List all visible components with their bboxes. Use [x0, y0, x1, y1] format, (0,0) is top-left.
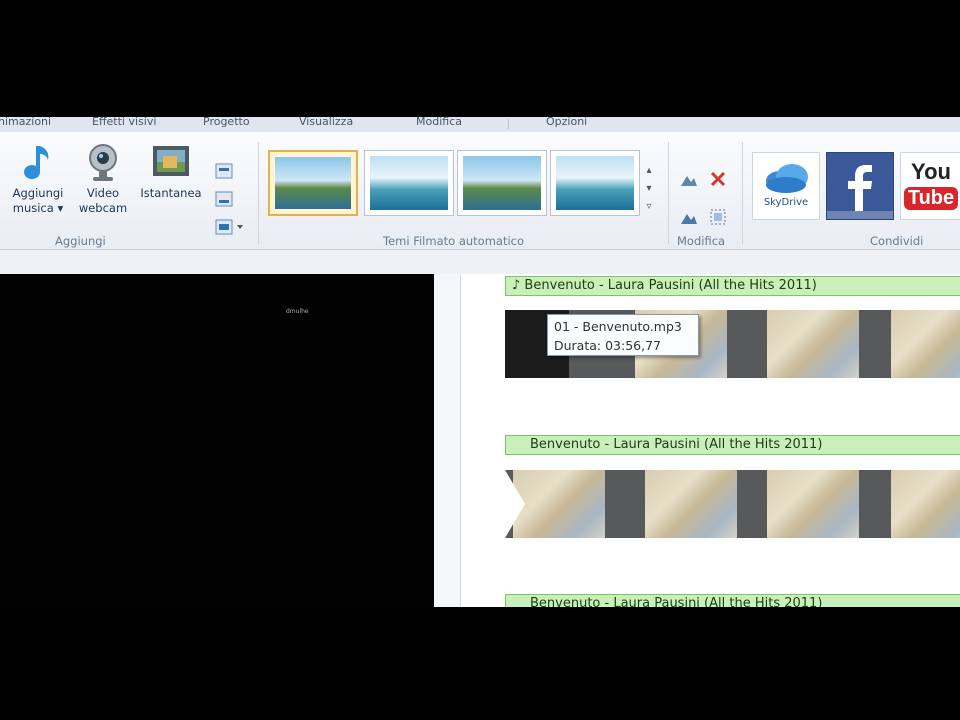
webcam-label-1: Video [86, 186, 120, 200]
video-preview[interactable]: dmulhe [0, 274, 434, 607]
clip-frame [767, 470, 859, 538]
preview-caption: dmulhe [286, 308, 309, 315]
title-icon[interactable] [215, 162, 233, 180]
theme-thumbnail [556, 156, 634, 210]
skydrive-button[interactable]: SkyDrive [752, 152, 820, 220]
storyboard-timeline[interactable]: ♪ Benvenuto - Laura Pausini (All the Hit… [461, 274, 960, 607]
theme-3[interactable] [457, 150, 547, 216]
skydrive-cloud-icon [766, 164, 808, 193]
clip-frame [767, 310, 859, 378]
tooltip-duration: Durata: 03:56,77 [554, 338, 661, 353]
tab-modifica[interactable]: Modifica [416, 117, 462, 128]
snapshot-label: Istantanea [140, 186, 202, 200]
add-music-label-2: musica ▾ [12, 201, 64, 215]
movie-maker-window: nimazioni Effetti visivi Progetto Visual… [0, 117, 960, 607]
theme-thumbnail [275, 157, 351, 209]
audio-track-1[interactable]: ♪ Benvenuto - Laura Pausini (All the Hit… [505, 276, 960, 296]
theme-4[interactable] [550, 150, 640, 216]
delete-icon[interactable] [709, 170, 727, 188]
scroll-up-icon[interactable]: ▴ [640, 162, 658, 180]
youtube-label-you: You [911, 159, 951, 184]
transition-marker-icon [505, 470, 525, 538]
group-separator [742, 142, 743, 244]
themes-scroll[interactable]: ▴ ▾ ▿ [640, 162, 658, 237]
pane-splitter[interactable] [434, 274, 461, 607]
add-music-label-1: Aggiungi [12, 186, 64, 200]
ribbon: Aggiungi musica ▾ Video webcam Istantane… [0, 132, 960, 250]
youtube-label-tube: Tube [903, 187, 959, 210]
music-note-icon [24, 146, 49, 180]
webcam-video-button[interactable]: Video webcam [72, 142, 134, 216]
group-label-modifica: Modifica [677, 234, 726, 248]
select-all-icon[interactable] [709, 208, 727, 226]
group-label-aggiungi: Aggiungi [55, 234, 106, 248]
tab-separator [508, 119, 509, 129]
tab-animazioni[interactable]: nimazioni [0, 117, 51, 128]
skydrive-label: SkyDrive [763, 197, 809, 208]
group-label-condividi: Condividi [870, 234, 924, 248]
group-separator [668, 142, 669, 244]
theme-thumbnail [370, 156, 448, 210]
facebook-f-icon [827, 165, 893, 219]
clip-tooltip: 01 - Benvenuto.mp3 Durata: 03:56,77 [547, 314, 699, 356]
theme-1[interactable] [268, 150, 358, 216]
rotate-icon[interactable] [680, 208, 698, 226]
audio-track-2[interactable]: Benvenuto - Laura Pausini (All the Hits … [505, 435, 960, 455]
add-music-button[interactable]: Aggiungi musica ▾ [4, 142, 72, 216]
scroll-down-icon[interactable]: ▾ [640, 180, 658, 198]
ribbon-tabs: nimazioni Effetti visivi Progetto Visual… [0, 117, 960, 132]
theme-thumbnail [463, 156, 541, 210]
audio-track-3[interactable]: Benvenuto - Laura Pausini (All the Hits … [505, 594, 960, 607]
edit-mountain-icon[interactable] [680, 170, 698, 188]
webcam-icon [89, 144, 117, 181]
facebook-button[interactable] [826, 152, 894, 220]
clip-frame [645, 470, 737, 538]
group-separator [258, 142, 259, 244]
snapshot-icon [153, 146, 189, 176]
theme-2[interactable] [364, 150, 454, 216]
snapshot-button[interactable]: Istantanea [134, 142, 208, 201]
credits-dropdown-icon[interactable] [215, 218, 245, 236]
youtube-button[interactable]: You Tube [900, 152, 960, 220]
clip-frame [891, 470, 960, 538]
tooltip-filename: 01 - Benvenuto.mp3 [554, 319, 682, 334]
group-label-themes: Temi Filmato automatico [383, 234, 525, 248]
webcam-label-2: webcam [78, 201, 128, 215]
tab-opzioni[interactable]: Opzioni [546, 117, 587, 128]
tab-visualizza[interactable]: Visualizza [299, 117, 353, 128]
tab-effetti-visivi[interactable]: Effetti visivi [92, 117, 156, 128]
more-icon[interactable]: ▿ [640, 198, 658, 216]
caption-icon[interactable] [215, 190, 233, 208]
video-clip-strip-2[interactable] [505, 470, 960, 538]
tab-progetto[interactable]: Progetto [203, 117, 250, 128]
clip-frame [891, 310, 960, 378]
